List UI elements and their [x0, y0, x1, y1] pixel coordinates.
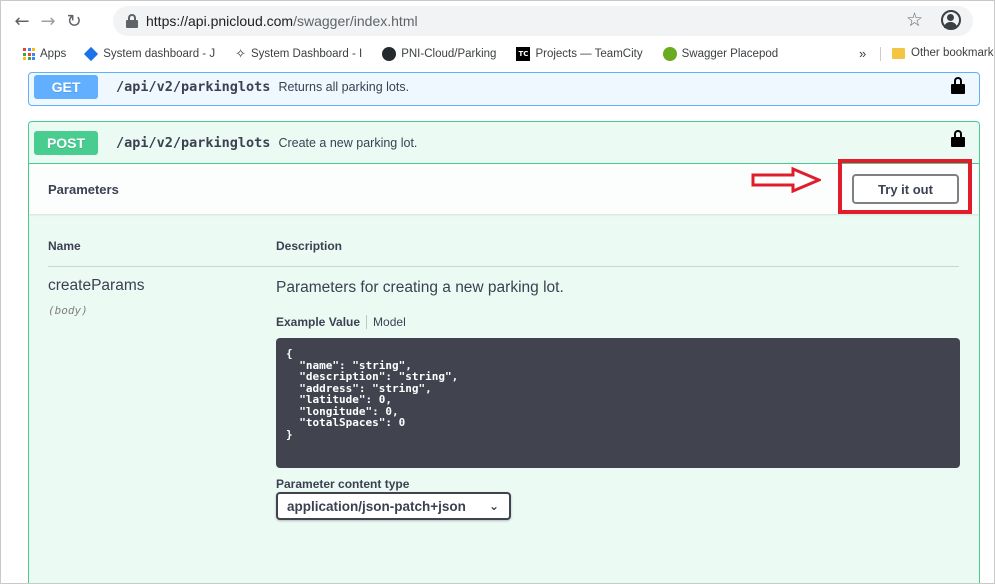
url-host: https://api.pnicloud.com: [146, 13, 294, 29]
method-badge-post: POST: [34, 130, 98, 155]
bookmark-label: Projects — TeamCity: [535, 48, 643, 60]
folder-icon: [892, 47, 905, 59]
table-header-divider: [48, 266, 959, 267]
highlight-box: [838, 159, 972, 214]
more-bookmarks-chevron-icon[interactable]: »: [859, 46, 866, 61]
column-header-name: Name: [48, 239, 81, 253]
browser-window: ← → ↻ https://api.pnicloud.com/swagger/i…: [0, 0, 995, 584]
parameter-name: createParams: [48, 277, 145, 294]
other-bookmarks-label: Other bookmarks: [911, 47, 995, 59]
bookmark-label: PNI-Cloud/Parking: [401, 48, 497, 60]
bookmark-apps[interactable]: Apps: [23, 48, 66, 60]
back-arrow-icon[interactable]: ←: [9, 8, 35, 34]
url-path: /swagger/index.html: [293, 13, 418, 29]
opblock-get-parkinglots[interactable]: GET /api/v2/parkinglots Returns all park…: [28, 72, 980, 106]
method-badge-get: GET: [34, 75, 98, 99]
apps-grid-icon: [23, 48, 35, 60]
authorize-lock-icon[interactable]: [951, 77, 965, 94]
reload-icon[interactable]: ↻: [61, 8, 87, 34]
github-icon: [382, 47, 397, 61]
content-type-value: application/json-patch+json: [287, 498, 466, 514]
bookmark-system-dashboard-j[interactable]: System dashboard - J: [84, 46, 216, 62]
bookmark-label: System dashboard - J: [103, 48, 216, 60]
secure-lock-icon: [126, 14, 138, 28]
profile-avatar-icon[interactable]: [941, 10, 961, 30]
example-model-tabs: Example Value Model: [276, 315, 406, 329]
address-bar[interactable]: https://api.pnicloud.com/swagger/index.h…: [113, 6, 973, 36]
parameter-location: (body): [48, 304, 88, 317]
bookmark-teamcity[interactable]: TC Projects — TeamCity: [516, 47, 643, 61]
tab-model[interactable]: Model: [367, 315, 406, 329]
parameters-title: Parameters: [48, 181, 119, 197]
swagger-icon: [662, 47, 677, 61]
bookmark-system-dashboard-i[interactable]: ✧ System Dashboard - I: [235, 47, 362, 62]
opblock-summary[interactable]: POST /api/v2/parkinglots Create a new pa…: [29, 122, 979, 164]
bookmark-star-icon[interactable]: ☆: [906, 9, 923, 31]
content-type-label: Parameter content type: [276, 477, 410, 491]
bookmark-label: Apps: [40, 48, 67, 60]
satellite-icon: ✧: [235, 46, 246, 62]
bookmark-pni-cloud-parking[interactable]: PNI-Cloud/Parking: [382, 47, 496, 61]
browser-toolbar: ← → ↻ https://api.pnicloud.com/swagger/i…: [1, 1, 994, 41]
teamcity-icon: TC: [516, 47, 531, 61]
operation-summary: Returns all parking lots.: [278, 80, 410, 94]
swagger-content: GET /api/v2/parkinglots Returns all park…: [1, 67, 994, 583]
example-value-code[interactable]: { "name": "string", "description": "stri…: [276, 338, 960, 468]
authorize-lock-icon[interactable]: [951, 130, 965, 147]
operation-path: /api/v2/parkinglots: [116, 79, 271, 95]
parameter-description: Parameters for creating a new parking lo…: [276, 279, 564, 296]
bookmark-label: Swagger Placepod: [681, 48, 779, 60]
right-arrow-annotation-icon: [751, 167, 821, 193]
jira-diamond-icon: [84, 46, 99, 62]
bookmark-swagger-placepod[interactable]: Swagger Placepod: [662, 47, 779, 61]
bookmarks-bar: Apps System dashboard - J ✧ System Dashb…: [1, 41, 995, 67]
bookmark-label: System Dashboard - I: [250, 48, 363, 60]
forward-arrow-icon[interactable]: →: [35, 8, 61, 34]
chevron-down-icon: ⌄: [488, 499, 499, 513]
bookmarks-divider: [880, 47, 881, 61]
content-type-select[interactable]: application/json-patch+json ⌄: [276, 492, 511, 520]
operation-path: /api/v2/parkinglots: [116, 134, 271, 151]
parameters-header: Parameters Try it out: [29, 164, 979, 214]
other-bookmarks[interactable]: Other bookmarks: [892, 47, 995, 59]
operation-summary: Create a new parking lot.: [278, 135, 418, 150]
tab-example-value[interactable]: Example Value: [276, 315, 368, 329]
url-text[interactable]: https://api.pnicloud.com/swagger/index.h…: [146, 13, 418, 29]
opblock-summary[interactable]: GET /api/v2/parkinglots Returns all park…: [29, 73, 979, 107]
example-json: { "name": "string", "description": "stri…: [286, 347, 459, 441]
column-header-description: Description: [276, 239, 343, 253]
